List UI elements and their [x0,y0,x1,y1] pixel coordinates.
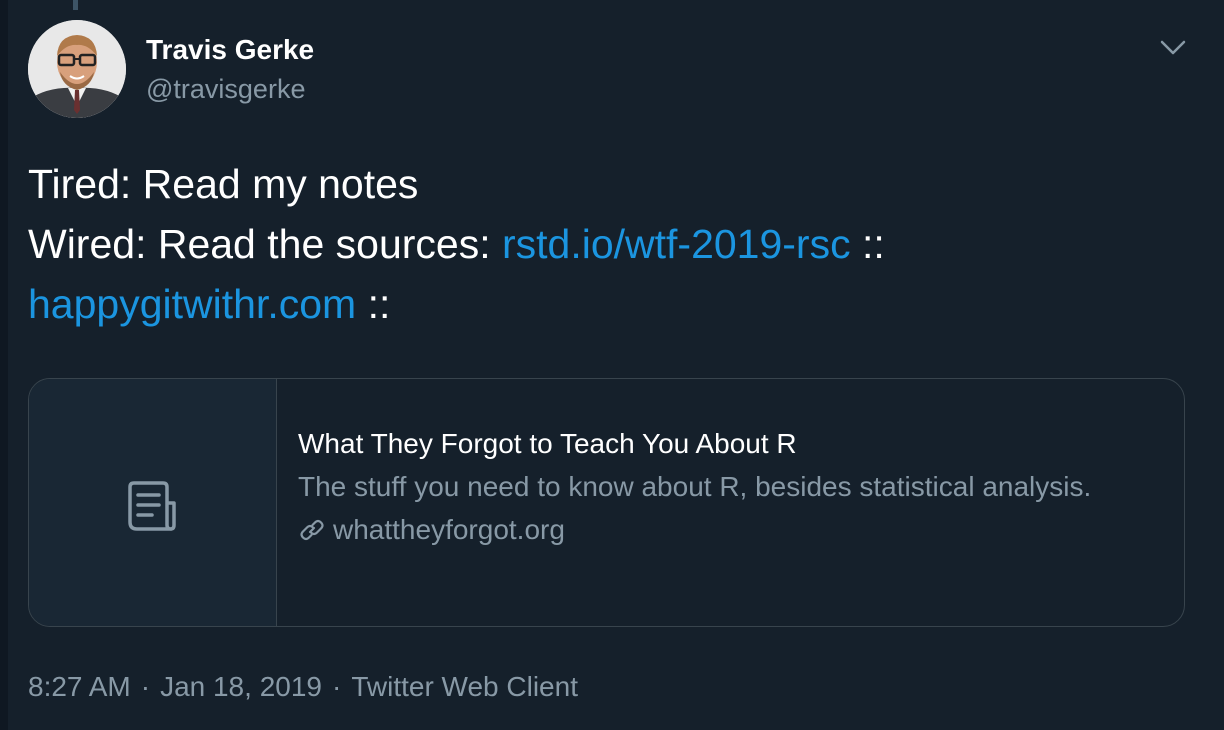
document-icon [128,481,176,531]
card-body: What They Forgot to Teach You About R Th… [298,427,1158,547]
tweet-separator-1: :: [850,221,885,267]
tweet-link-happygit[interactable]: happygitwithr.com [28,281,356,327]
meta-separator: · [331,671,342,702]
author-handle[interactable]: @travisgerke [146,74,305,105]
thread-line [73,0,78,10]
card-domain-text: whattheyforgot.org [333,514,565,545]
tweet-date[interactable]: Jan 18, 2019 [160,671,322,702]
card-description: The stuff you need to know about R, besi… [298,471,1092,502]
tweet-line-2-prefix: Wired: Read the sources: [28,221,502,267]
meta-separator: · [140,671,151,702]
tweet-line-1: Tired: Read my notes [28,161,419,207]
avatar-image [28,20,126,118]
author-name[interactable]: Travis Gerke [146,34,314,66]
card-title: What They Forgot to Teach You About R [298,428,797,459]
chevron-down-icon[interactable] [1160,38,1186,58]
link-icon [300,519,324,541]
tweet-link-rstd[interactable]: rstd.io/wtf-2019-rsc [502,221,851,267]
tweet-client[interactable]: Twitter Web Client [351,671,578,702]
left-edge [0,0,8,730]
avatar[interactable] [28,20,126,118]
tweet-text: Tired: Read my notes Wired: Read the sou… [28,154,1198,334]
card-thumbnail [29,379,277,626]
link-preview-card[interactable]: What They Forgot to Teach You About R Th… [28,378,1185,627]
tweet-line-3: happygitwithr.com :: [28,274,1198,334]
tweet-meta: 8:27 AM · Jan 18, 2019 · Twitter Web Client [28,671,578,703]
tweet-time[interactable]: 8:27 AM [28,671,131,702]
card-domain: whattheyforgot.org [298,513,1158,547]
tweet-line-2: Wired: Read the sources: rstd.io/wtf-201… [28,214,1198,274]
tweet-separator-2: :: [356,281,391,327]
